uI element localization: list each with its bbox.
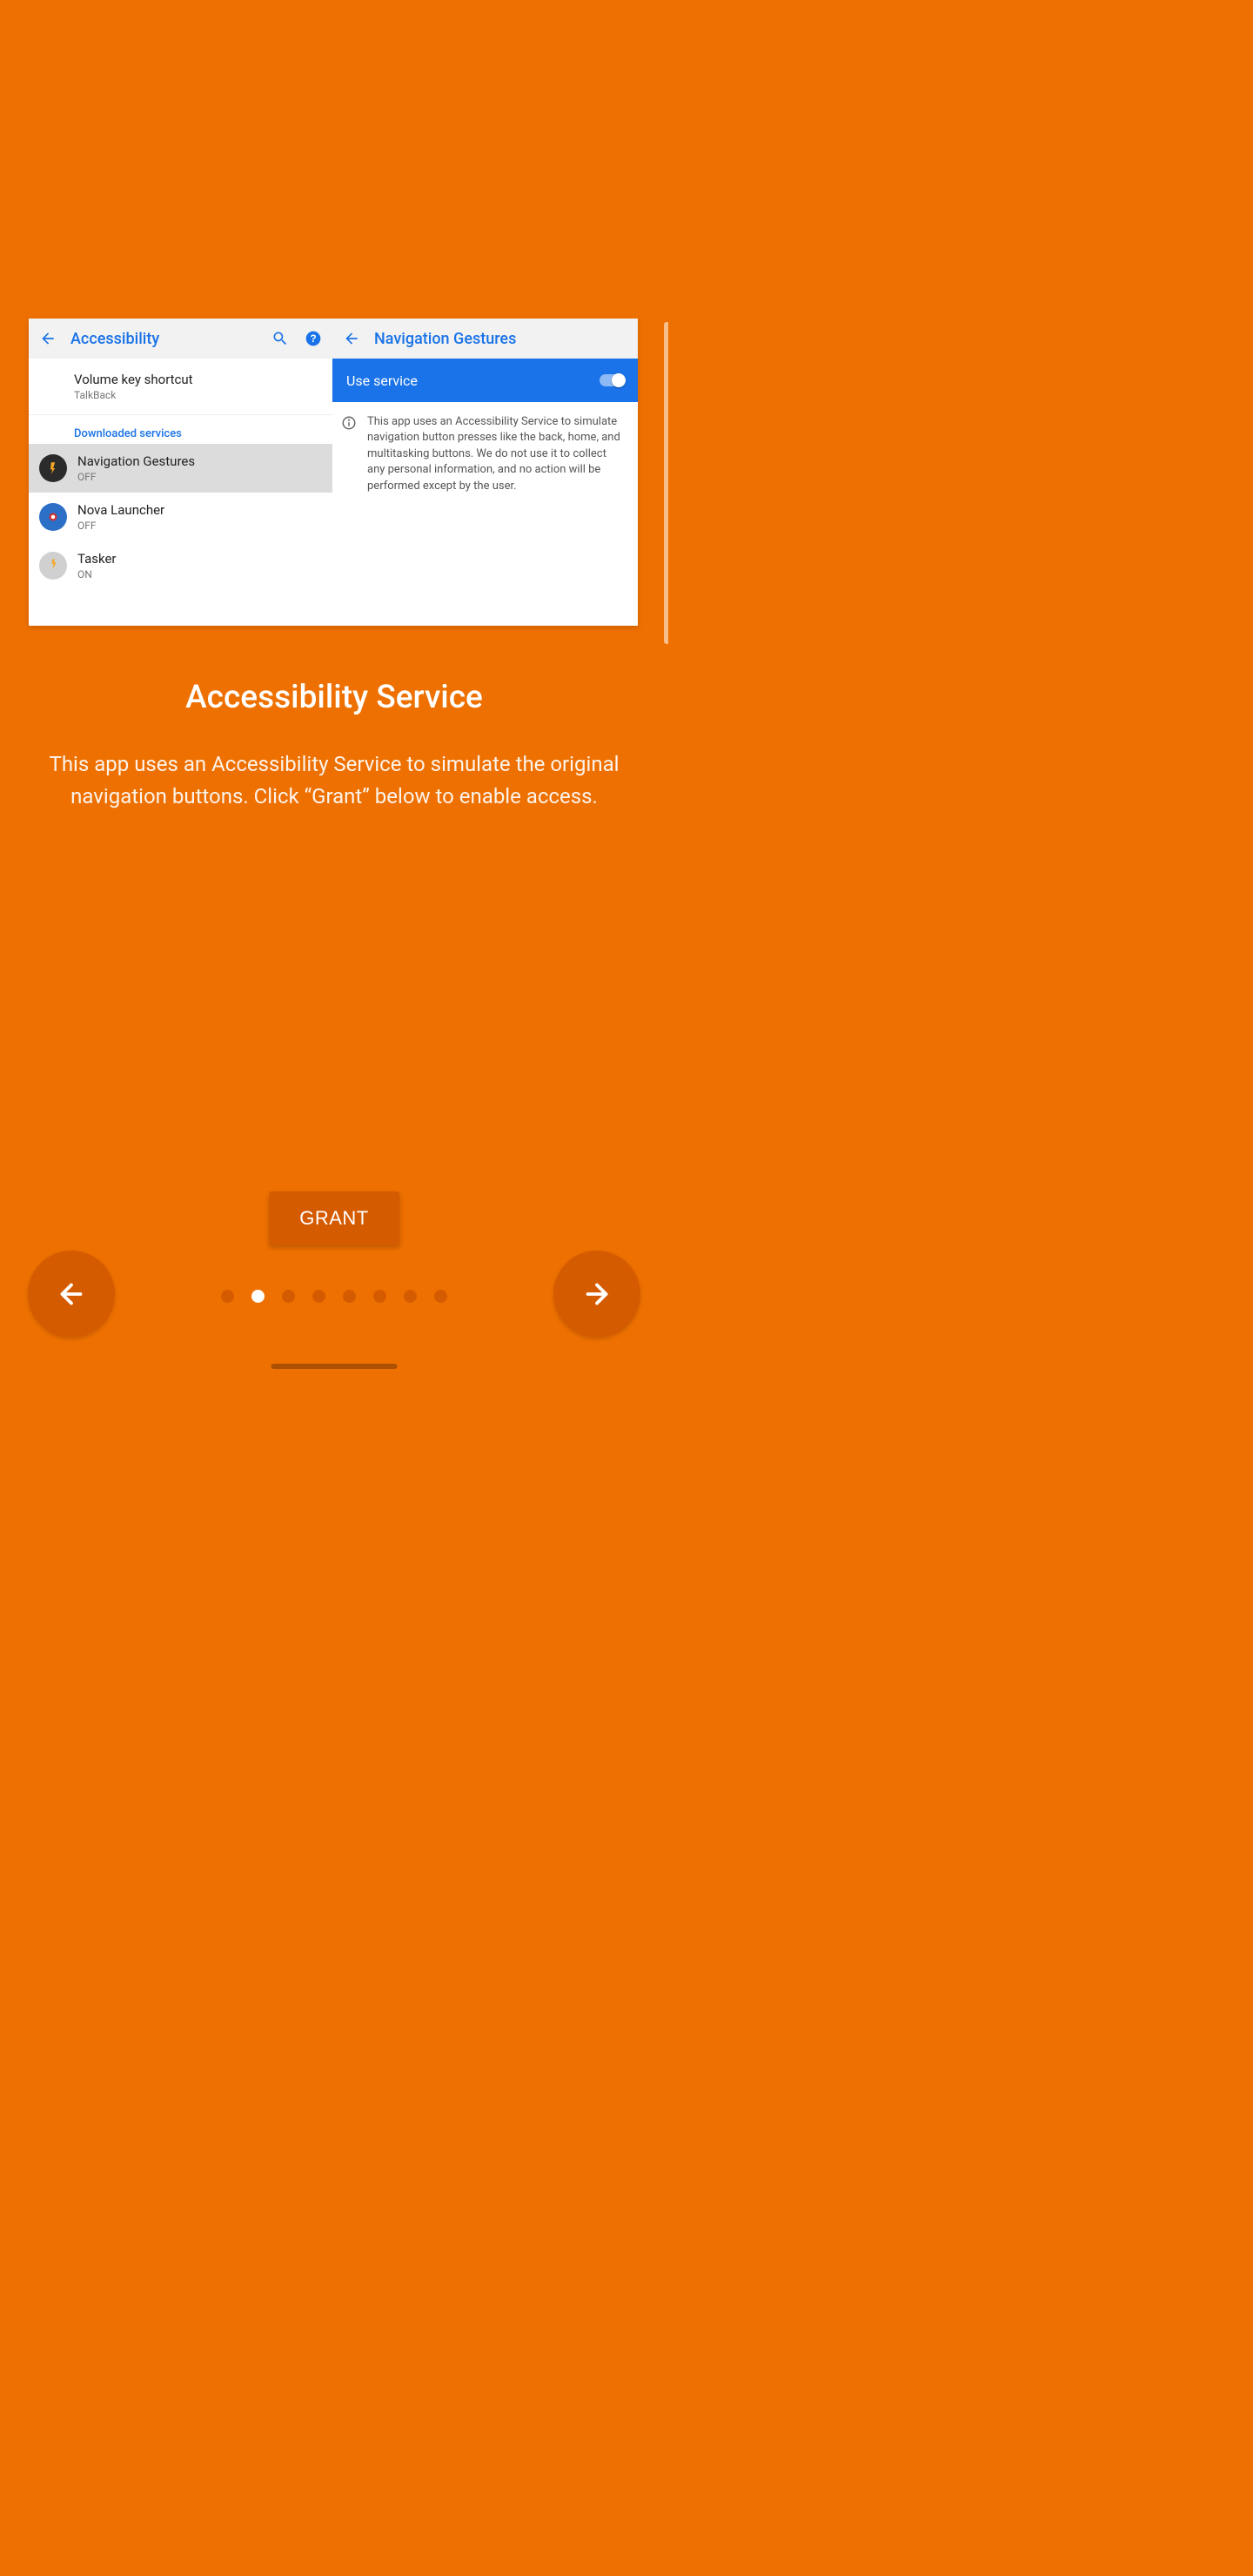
nova-launcher-app-icon xyxy=(39,503,67,531)
back-arrow-icon xyxy=(341,328,362,349)
use-service-toggle xyxy=(600,374,624,386)
left-header-title: Accessibility xyxy=(70,330,258,348)
service-title: Tasker xyxy=(77,551,117,567)
navigation-gestures-app-icon xyxy=(39,454,67,482)
right-header-title: Navigation Gestures xyxy=(374,330,629,348)
use-service-label: Use service xyxy=(346,372,418,389)
home-indicator[interactable] xyxy=(271,1364,398,1369)
instruction-card: Accessibility ? Volume key shortcut Talk… xyxy=(29,319,638,626)
page-indicator xyxy=(0,1290,668,1303)
page-dot xyxy=(373,1290,386,1303)
service-title: Navigation Gestures xyxy=(77,453,195,469)
volume-key-shortcut-row: Volume key shortcut TalkBack xyxy=(29,359,332,414)
page-title: Accessibility Service xyxy=(0,679,668,716)
info-text: This app uses an Accessibility Service t… xyxy=(367,414,624,494)
left-header: Accessibility ? xyxy=(29,319,332,359)
page-dot xyxy=(343,1290,356,1303)
edge-panel-handle[interactable] xyxy=(664,322,668,644)
help-icon: ? xyxy=(303,328,324,349)
page-dot xyxy=(312,1290,325,1303)
page-dot xyxy=(404,1290,417,1303)
vks-title: Volume key shortcut xyxy=(74,372,193,387)
tasker-app-icon xyxy=(39,552,67,580)
service-row-nova-launcher: Nova Launcher OFF xyxy=(29,493,332,541)
service-row-navigation-gestures: Navigation Gestures OFF xyxy=(29,444,332,493)
card-right-pane: Navigation Gestures Use service This app… xyxy=(332,319,638,626)
service-status: OFF xyxy=(77,520,164,532)
page-dot xyxy=(434,1290,447,1303)
search-icon xyxy=(270,328,291,349)
back-arrow-icon xyxy=(37,328,58,349)
vks-sub: TalkBack xyxy=(74,389,193,401)
svg-text:?: ? xyxy=(310,333,316,345)
downloaded-services-label: Downloaded services xyxy=(29,415,332,444)
page-dot xyxy=(221,1290,234,1303)
page-dot xyxy=(251,1290,265,1303)
service-title: Nova Launcher xyxy=(77,502,164,518)
right-header: Navigation Gestures xyxy=(332,319,638,359)
use-service-row: Use service xyxy=(332,359,638,402)
page-description: This app uses an Accessibility Service t… xyxy=(35,748,633,813)
page-dot xyxy=(282,1290,295,1303)
card-left-pane: Accessibility ? Volume key shortcut Talk… xyxy=(29,319,332,626)
service-status: OFF xyxy=(77,471,195,483)
info-row: This app uses an Accessibility Service t… xyxy=(332,402,638,506)
service-status: ON xyxy=(77,568,117,580)
toggle-knob xyxy=(612,373,626,387)
grant-button[interactable]: GRANT xyxy=(269,1191,399,1245)
service-row-tasker: Tasker ON xyxy=(29,541,332,590)
info-icon xyxy=(341,415,357,431)
